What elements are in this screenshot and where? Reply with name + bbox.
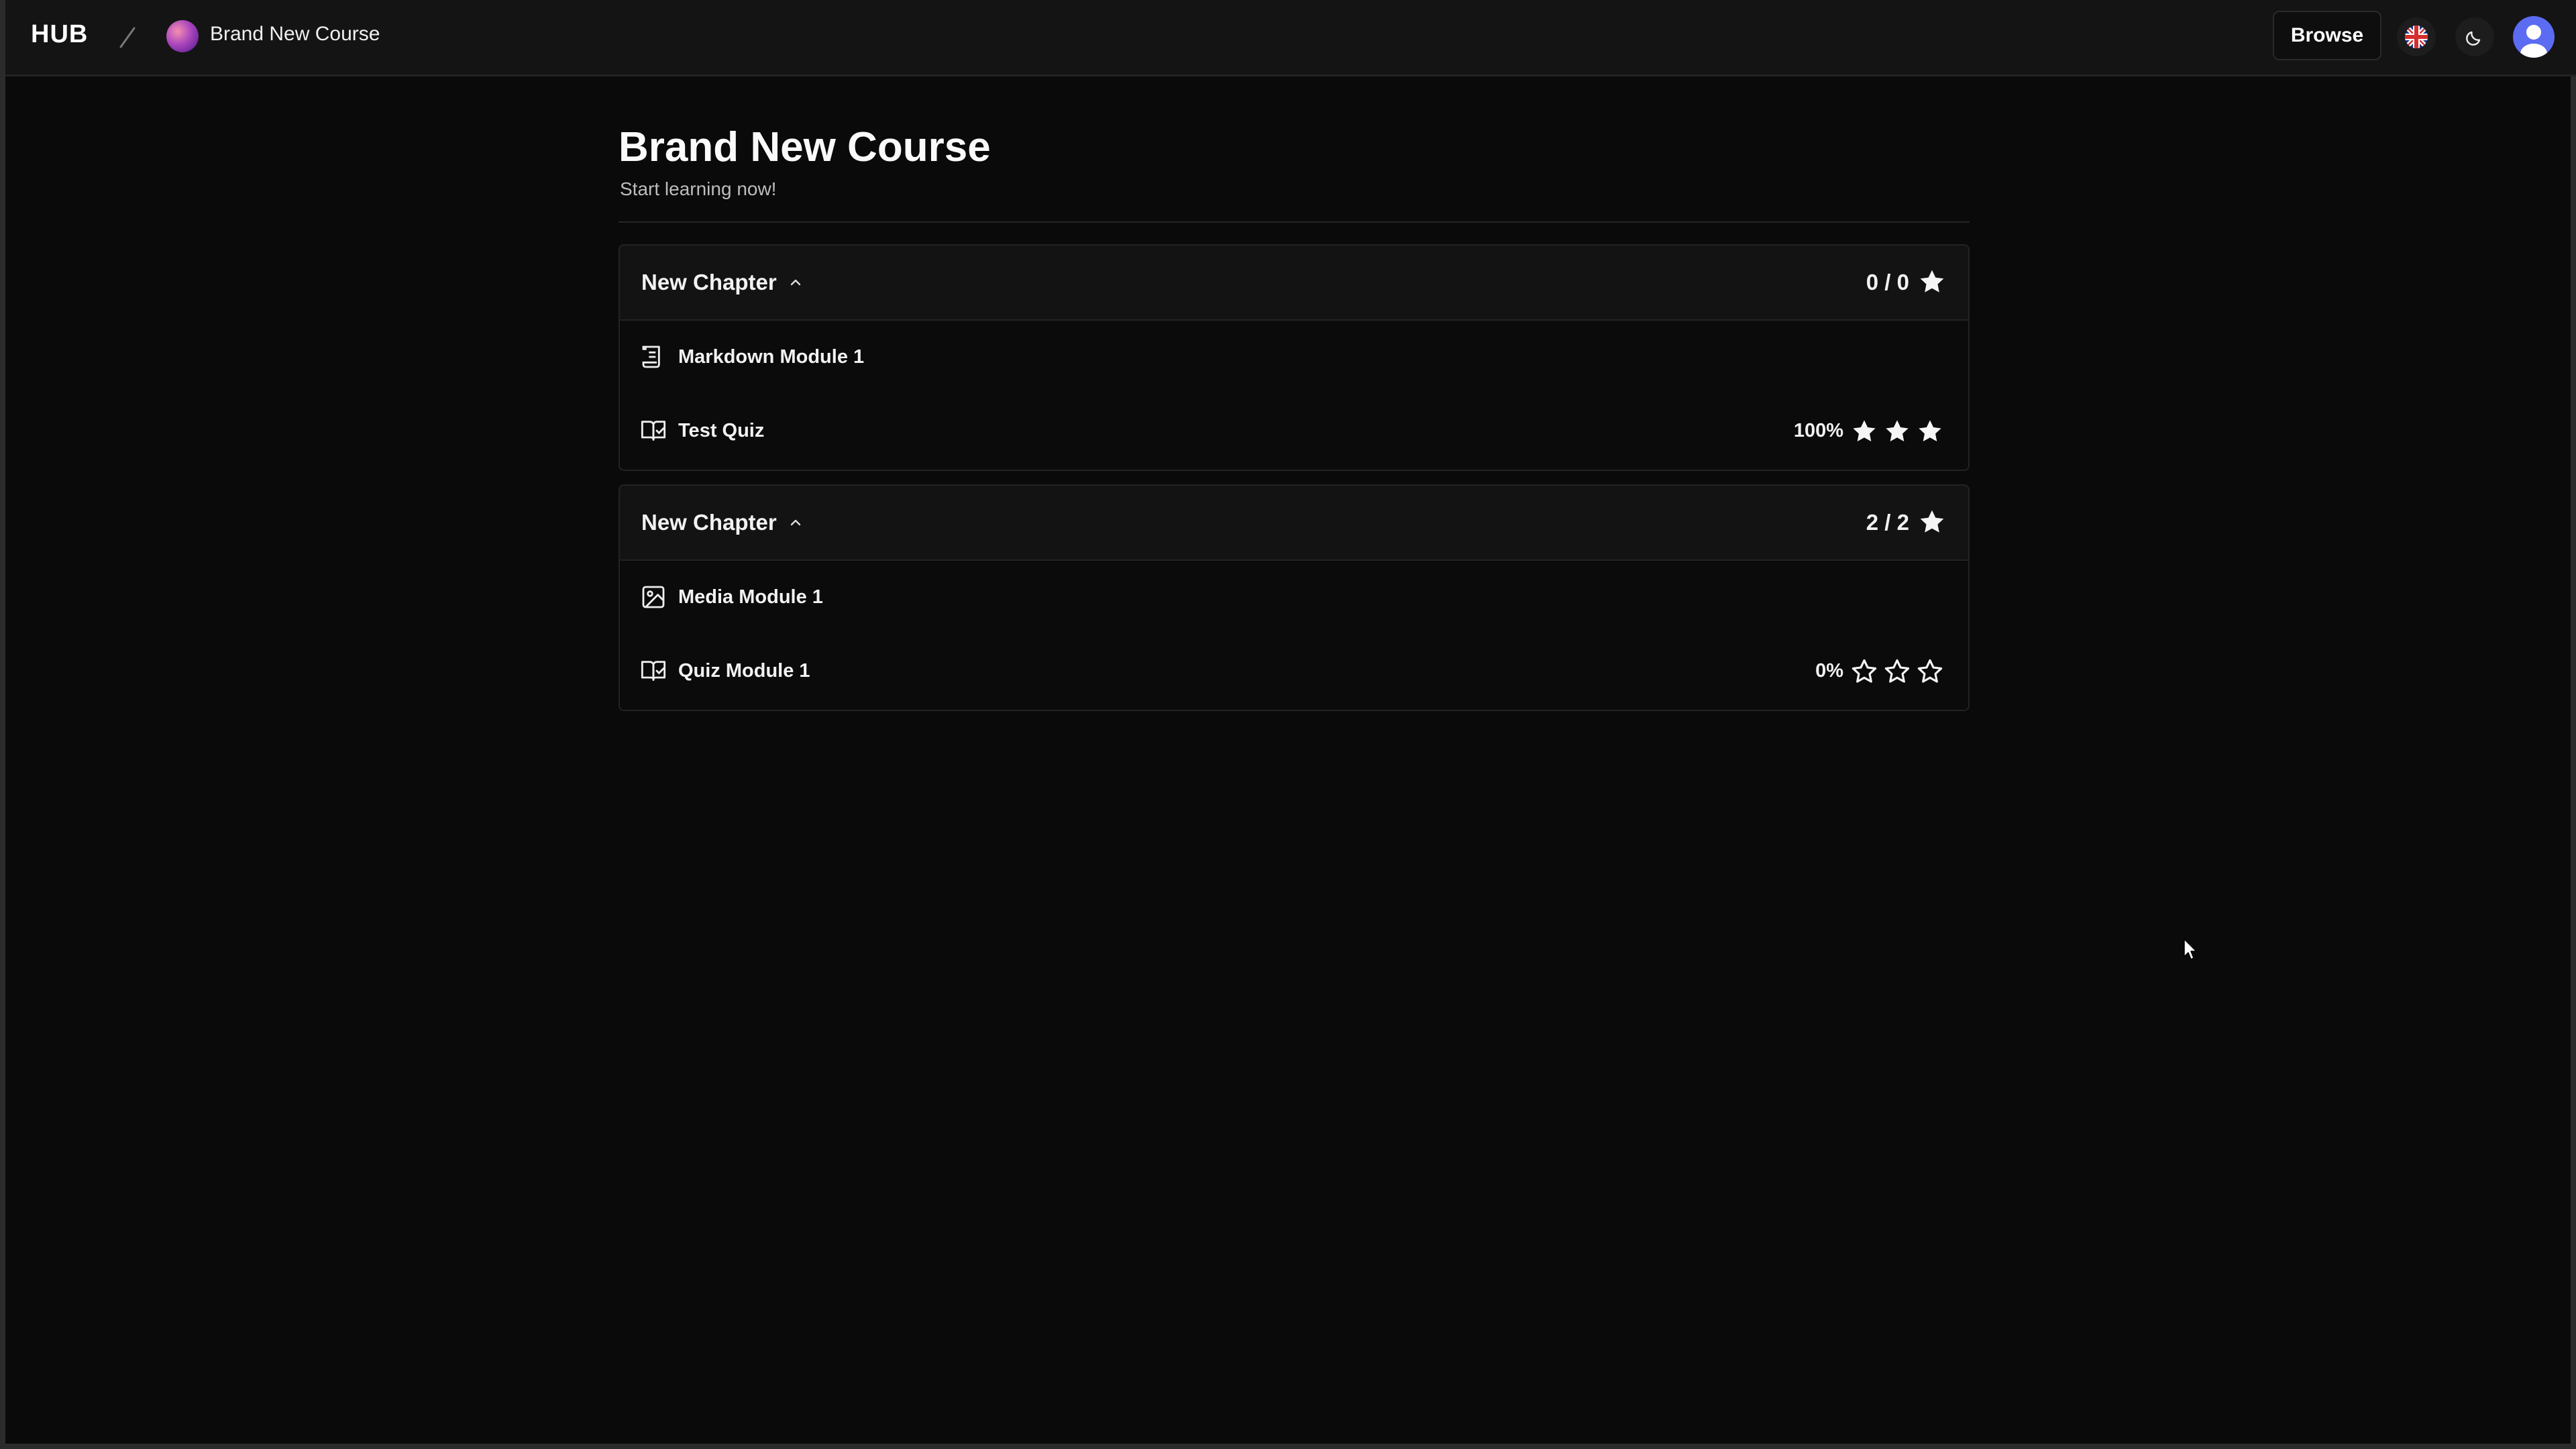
user-icon (2520, 25, 2547, 58)
star-filled-icon (1853, 420, 1876, 442)
uk-flag-icon (2405, 25, 2428, 48)
browse-button[interactable]: Browse (2273, 11, 2381, 60)
star-filled-icon (1886, 420, 1909, 442)
chapter-title: New Chapter (641, 270, 777, 294)
star-filled-icon (1920, 270, 1944, 292)
chapter-progress-count: 2 / 2 (1866, 510, 1909, 535)
star-filled-icon (1920, 510, 1944, 533)
chapter-title: New Chapter (641, 510, 777, 535)
star-rating (1850, 657, 1944, 686)
star-outline-icon (1851, 659, 1877, 683)
course-avatar (166, 20, 199, 52)
chapter-header[interactable]: New Chapter 0 / 0 (620, 246, 1968, 321)
quiz-book-icon (641, 661, 666, 681)
chapter-card: New Chapter 0 / 0 Markdown Module 1 Test… (619, 244, 1970, 471)
module-label: Markdown Module 1 (678, 346, 865, 368)
module-label: Test Quiz (678, 420, 765, 441)
chapter-progress-count: 0 / 0 (1866, 270, 1909, 294)
breadcrumb-separator-icon (119, 27, 136, 48)
app-window: HUB Brand New Course Browse Brand New Co… (0, 0, 2576, 1449)
module-score: 0% (1815, 660, 1843, 682)
mouse-cursor-icon (2184, 938, 2197, 960)
page-subtitle: Start learning now! (620, 178, 777, 199)
moon-icon (2466, 31, 2481, 46)
star-filled-icon (1919, 420, 1941, 442)
module-row[interactable]: Markdown Module 1 (620, 321, 1968, 394)
markdown-icon (642, 345, 660, 368)
module-row[interactable]: Media Module 1 (620, 561, 1968, 635)
chapter-header[interactable]: New Chapter 2 / 2 (620, 486, 1968, 561)
chevron-up-icon[interactable] (786, 513, 806, 533)
hub-logo[interactable]: HUB (31, 20, 88, 49)
image-icon (642, 586, 665, 608)
module-label: Media Module 1 (678, 586, 823, 608)
chevron-up-icon[interactable] (786, 272, 806, 292)
star-rating (1850, 417, 1944, 445)
language-button[interactable] (2397, 17, 2436, 56)
divider (619, 221, 1970, 223)
module-row[interactable]: Quiz Module 1 0% (620, 635, 1968, 708)
star-outline-icon (1917, 659, 1943, 683)
page-title: Brand New Course (619, 124, 991, 170)
theme-toggle-button[interactable] (2455, 17, 2494, 56)
quiz-book-icon (641, 421, 666, 441)
module-row[interactable]: Test Quiz 100% (620, 394, 1968, 468)
top-navbar: HUB Brand New Course Browse (5, 0, 2576, 76)
user-avatar-button[interactable] (2513, 16, 2555, 58)
star-outline-icon (1884, 659, 1910, 683)
module-label: Quiz Module 1 (678, 660, 810, 682)
breadcrumb-course-title[interactable]: Brand New Course (210, 23, 380, 46)
module-score: 100% (1793, 420, 1843, 441)
chapter-card: New Chapter 2 / 2 Media Module 1 Quiz Mo… (619, 484, 1970, 711)
